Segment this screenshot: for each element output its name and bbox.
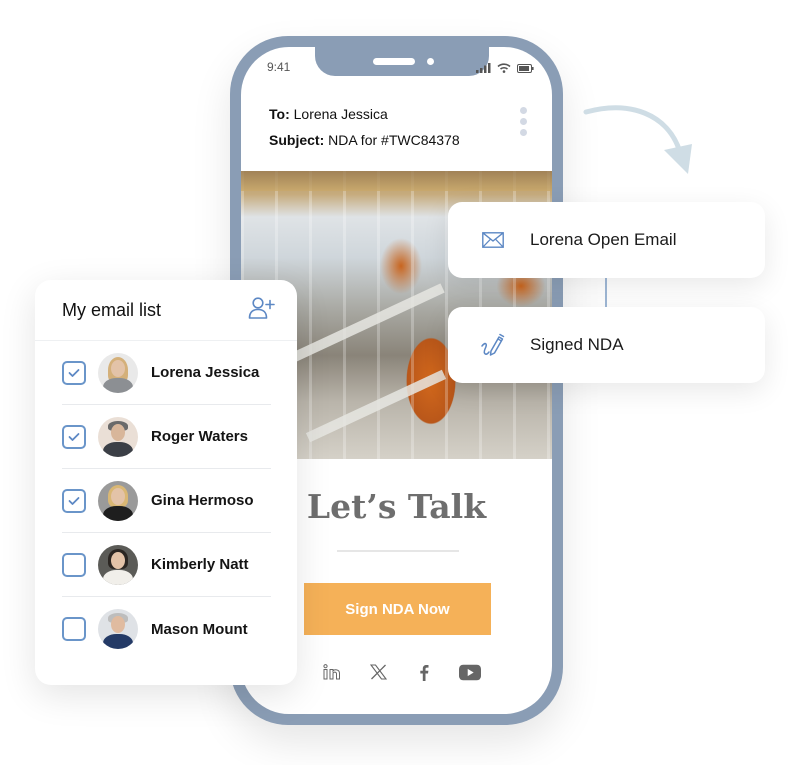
- avatar: [98, 416, 138, 457]
- check-icon: [68, 368, 80, 377]
- speaker-icon: [373, 58, 415, 65]
- image-rail: [277, 283, 445, 369]
- contact-row[interactable]: Mason Mount: [62, 597, 271, 661]
- contact-row[interactable]: Gina Hermoso: [62, 469, 271, 533]
- to-label: To:: [269, 106, 290, 122]
- email-to: To: Lorena Jessica: [269, 101, 460, 127]
- to-value: Lorena Jessica: [293, 106, 388, 122]
- notification-label: Signed NDA: [530, 335, 624, 354]
- timeline-connector: [605, 278, 607, 307]
- contact-checkbox-unchecked[interactable]: [62, 552, 86, 577]
- curved-arrow-icon: [583, 105, 692, 174]
- contact-name: Lorena Jessica: [151, 364, 260, 381]
- subject-label: Subject:: [269, 132, 325, 148]
- more-options-icon[interactable]: [520, 107, 527, 136]
- image-beam: [241, 171, 552, 191]
- headline-divider: [337, 550, 459, 552]
- contact-name: Mason Mount: [151, 620, 248, 638]
- linkedin-icon[interactable]: [321, 661, 343, 683]
- envelope-icon: [478, 232, 508, 248]
- contact-list: Lorena Jessica Roger Waters Gina Hermoso: [35, 341, 297, 661]
- status-icons: [476, 63, 534, 73]
- status-time: 9:41: [267, 60, 291, 74]
- email-list-card: My email list Lorena Jessica Roger Water…: [35, 280, 297, 685]
- facebook-icon[interactable]: [413, 661, 435, 683]
- wifi-icon: [497, 63, 511, 73]
- phone-notch: [315, 47, 489, 76]
- email-list-title: My email list: [62, 299, 162, 320]
- check-icon: [68, 432, 80, 441]
- contact-checkbox-checked[interactable]: [62, 488, 86, 513]
- notification-open-email: Lorena Open Email: [448, 202, 765, 278]
- contact-row[interactable]: Kimberly Natt: [62, 533, 271, 597]
- signal-icon: [476, 63, 491, 73]
- image-rail: [305, 369, 447, 443]
- contact-name: Gina Hermoso: [151, 492, 254, 509]
- signature-pen-icon: [478, 332, 508, 358]
- contact-row[interactable]: Lorena Jessica: [62, 341, 271, 405]
- contact-row[interactable]: Roger Waters: [62, 405, 271, 469]
- email-subject: Subject: NDA for #TWC84378: [269, 127, 460, 153]
- email-header: To: Lorena Jessica Subject: NDA for #TWC…: [269, 101, 460, 153]
- add-user-icon[interactable]: [248, 296, 275, 324]
- avatar: [98, 544, 138, 585]
- contact-name: Roger Waters: [151, 428, 248, 445]
- avatar: [98, 480, 138, 521]
- battery-icon: [517, 63, 534, 73]
- camera-icon: [427, 58, 434, 65]
- youtube-icon[interactable]: [459, 661, 481, 683]
- contact-checkbox-checked[interactable]: [62, 424, 86, 449]
- avatar: [98, 609, 138, 649]
- subject-value: NDA for #TWC84378: [328, 132, 460, 148]
- contact-checkbox-unchecked[interactable]: [62, 617, 86, 641]
- avatar: [98, 352, 138, 393]
- notification-label: Lorena Open Email: [530, 230, 677, 249]
- social-links: [321, 661, 481, 683]
- email-list-header: My email list: [35, 280, 297, 341]
- contact-checkbox-checked[interactable]: [62, 360, 86, 385]
- sign-nda-button[interactable]: Sign NDA Now: [304, 583, 491, 635]
- notification-signed-nda: Signed NDA: [448, 307, 765, 383]
- x-icon[interactable]: [367, 661, 389, 683]
- contact-name: Kimberly Natt: [151, 556, 249, 573]
- check-icon: [68, 496, 80, 505]
